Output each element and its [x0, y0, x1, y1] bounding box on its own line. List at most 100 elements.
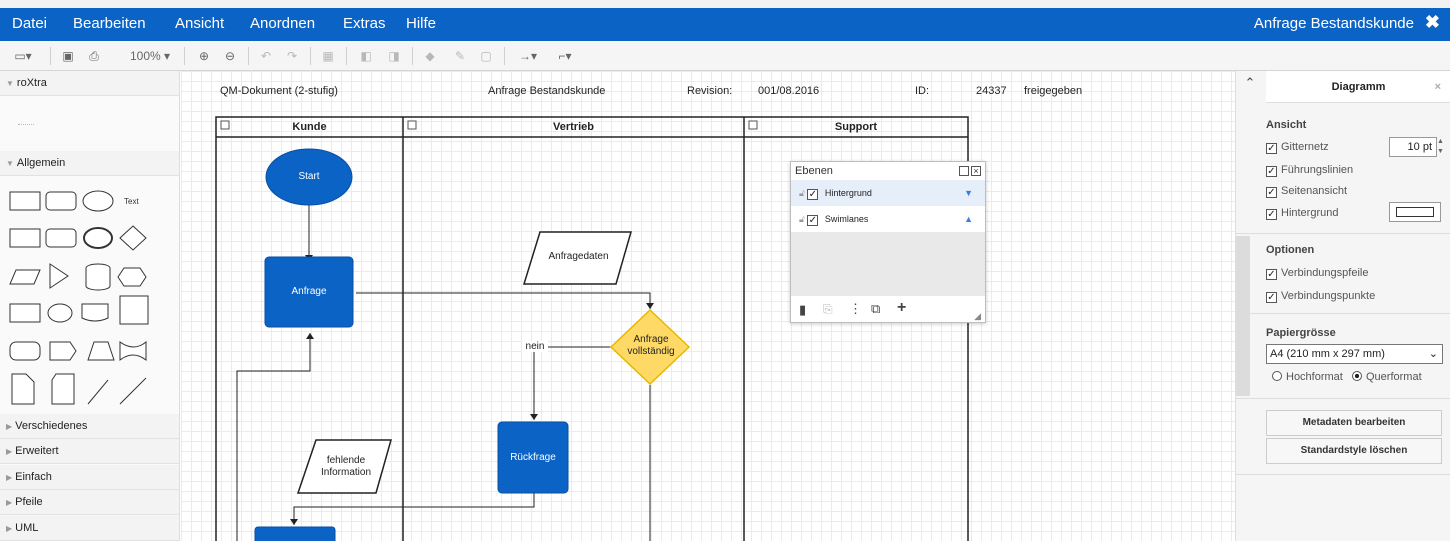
checkbox-check: ✓ [1266, 209, 1277, 220]
clear-default-style-button[interactable]: Standardstyle löschen [1266, 438, 1442, 464]
lock-icon[interactable]: 🔓︎ [799, 214, 805, 224]
layers-footer: ▮ ⎘ ⋮ ⧉ + ◢ [791, 296, 985, 324]
toolbar-divider [184, 47, 185, 65]
save-icon[interactable]: ▣ [60, 47, 76, 65]
section-pfeile[interactable]: ▶ Pfeile [0, 490, 179, 515]
toolbar-divider [504, 47, 505, 65]
paper-size-select[interactable]: A4 (210 mm x 297 mm) ⌄ [1266, 344, 1443, 364]
menu-bearbeiten[interactable]: Bearbeiten [73, 15, 146, 32]
grid-size-input[interactable]: 10 pt [1389, 137, 1437, 157]
to-back-icon[interactable]: ◨ [386, 47, 402, 65]
duplicate-layer-icon[interactable]: ⧉ [871, 301, 880, 317]
menu-datei[interactable]: Datei [12, 15, 47, 32]
shadow-icon[interactable]: ▢ [478, 47, 494, 65]
collapse-panel-icon[interactable]: ⌃ [1238, 75, 1262, 91]
tape-shape [119, 340, 147, 362]
line-shape [87, 379, 109, 405]
page-view-checkbox[interactable]: ✓ Seitenansicht [1266, 185, 1347, 198]
landscape-label: Querformat [1366, 371, 1422, 383]
zoom-value: 100% [129, 49, 161, 63]
lock-icon[interactable]: 🔓︎ [799, 188, 805, 198]
lane-header-support[interactable]: Support [744, 118, 968, 137]
placeholder-shape[interactable] [18, 124, 34, 125]
layer-name: Hintergrund [824, 188, 872, 198]
resize-handle-icon[interactable]: ◢ [974, 311, 981, 322]
menu-ansicht[interactable]: Ansicht [175, 15, 224, 32]
connection-arrow-icon[interactable]: →▾ [514, 47, 542, 65]
line-color-icon[interactable]: ✎ [450, 47, 470, 65]
guides-checkbox[interactable]: ✓ Führungslinien [1266, 164, 1353, 177]
grid-checkbox[interactable]: ✓ Gitternetz [1266, 141, 1329, 154]
roxtra-shapes-area [0, 96, 179, 151]
section-collapsed-icon: ▶ [6, 447, 13, 456]
connection-points-checkbox[interactable]: ✓ Verbindungspunkte [1266, 290, 1375, 303]
section-expanded-icon: ▼ [6, 159, 14, 168]
connection-arrows-checkbox[interactable]: ✓ Verbindungspfeile [1266, 267, 1368, 280]
landscape-radio[interactable]: Querformat [1352, 371, 1422, 383]
checkbox-check: ✓ [1266, 269, 1277, 280]
add-layer-icon[interactable]: + [897, 299, 906, 317]
cylinder-shape [85, 263, 111, 291]
section-roxtra[interactable]: ▼ roXtra [0, 71, 179, 96]
undo-icon[interactable]: ↶ [258, 47, 274, 65]
toolbar-divider [248, 47, 249, 65]
grid-size-stepper[interactable]: ▲ ▼ [1437, 137, 1445, 157]
delete-icon[interactable]: ▦ [320, 47, 336, 65]
section-erweitert[interactable]: ▶ Erweitert [0, 439, 179, 464]
paper-section-label: Papiergrösse [1266, 327, 1336, 339]
connection-points-label: Verbindungspunkte [1281, 290, 1376, 302]
layers-empty-area [791, 232, 985, 296]
format-panel-tab[interactable]: Diagramm × [1266, 71, 1450, 103]
menu-extras[interactable]: Extras [343, 15, 386, 32]
close-icon[interactable]: × [1435, 71, 1441, 103]
layer-row-swimlanes[interactable]: 🔓︎ ✓ Swimlanes ▲ [791, 206, 985, 232]
section-verschiedenes[interactable]: ▶ Verschiedenes [0, 414, 179, 439]
close-icon[interactable]: × [971, 166, 981, 176]
move-selection-icon[interactable]: ⎘ [823, 302, 833, 317]
background-checkbox[interactable]: ✓ Hintergrund [1266, 207, 1338, 220]
menu-hilfe[interactable]: Hilfe [406, 15, 436, 32]
waypoints-icon[interactable]: ⌐▾ [550, 47, 580, 65]
edit-metadata-button[interactable]: Metadaten bearbeiten [1266, 410, 1442, 436]
lane-header-vertrieb[interactable]: Vertrieb [403, 118, 744, 137]
diagram-canvas[interactable]: QM-Dokument (2-stufig) Anfrage Bestandsk… [181, 71, 1235, 541]
move-up-icon[interactable]: ▲ [964, 206, 973, 232]
toolbar-divider [50, 47, 51, 65]
section-einfach[interactable]: ▶ Einfach [0, 465, 179, 490]
portrait-radio[interactable]: Hochformat [1272, 371, 1343, 383]
layer-visible-checkbox[interactable]: ✓ [807, 187, 822, 200]
layers-panel[interactable]: Ebenen × 🔓︎ ✓ Hintergrund ▼ 🔓︎ ✓ Swimlan… [790, 161, 986, 323]
zoom-in-icon[interactable]: ⊕ [196, 47, 212, 65]
scrollbar[interactable] [1236, 236, 1250, 396]
move-down-icon[interactable]: ▼ [964, 180, 973, 206]
layers-panel-header[interactable]: Ebenen × [791, 162, 985, 180]
background-color-button[interactable] [1389, 202, 1441, 222]
paper-size-value: A4 (210 mm x 297 mm) [1270, 348, 1385, 360]
layer-visible-checkbox[interactable]: ✓ [807, 213, 822, 226]
anfragedaten-label: Anfragedaten [548, 251, 609, 262]
delete-layer-icon[interactable]: ▮ [799, 302, 806, 318]
lane-header-kunde[interactable]: Kunde [216, 118, 403, 137]
more-icon[interactable]: ⋮ [849, 301, 862, 317]
layer-row-hintergrund[interactable]: 🔓︎ ✓ Hintergrund ▼ [791, 180, 985, 206]
arrowhead [290, 519, 298, 525]
close-icon[interactable]: ✖ [1425, 12, 1440, 33]
redo-icon[interactable]: ↷ [284, 47, 300, 65]
section-allgemein[interactable]: ▼ Allgemein [0, 151, 179, 176]
minimize-icon[interactable] [959, 166, 969, 176]
zoom-dropdown[interactable]: 100% ▾ [124, 47, 176, 65]
print-icon[interactable]: ⎙ [86, 47, 102, 65]
arrowhead [646, 303, 654, 309]
menu-anordnen[interactable]: Anordnen [250, 15, 315, 32]
zoom-out-icon[interactable]: ⊖ [222, 47, 238, 65]
page-view-icon[interactable]: ▭▾ [10, 47, 36, 65]
radio-icon [1272, 371, 1282, 381]
card-shape [9, 341, 41, 361]
section-uml[interactable]: ▶ UML [0, 516, 179, 541]
diamond-shape [119, 225, 147, 251]
to-front-icon[interactable]: ◧ [358, 47, 374, 65]
parallelogram-shape [9, 269, 41, 285]
rueckfrage-label: Rückfrage [510, 452, 556, 463]
fill-color-icon[interactable]: ◆ [422, 47, 438, 65]
bidirectional-arrow-shape [119, 377, 147, 405]
